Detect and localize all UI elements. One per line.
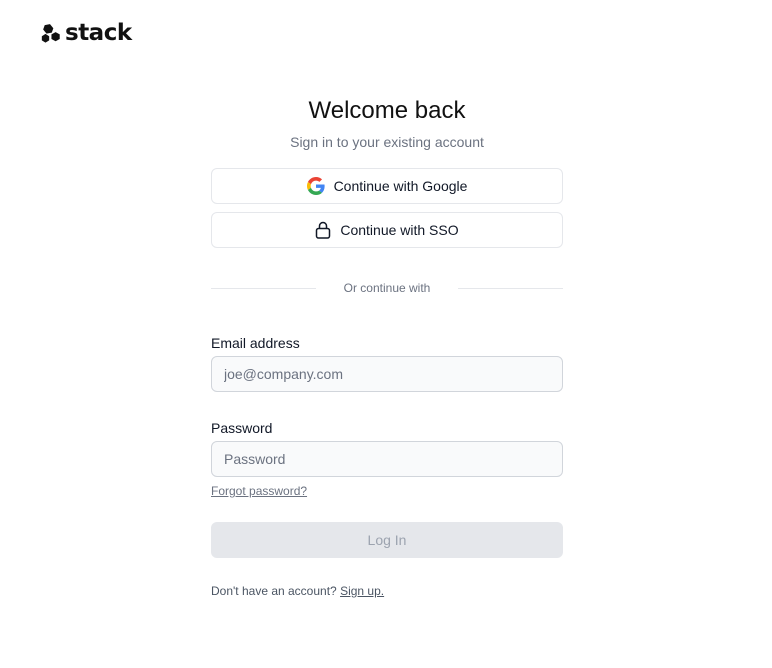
sign-in-form-container: Welcome back Sign in to your existing ac… bbox=[211, 96, 563, 598]
page-title: Welcome back bbox=[308, 97, 466, 124]
continue-with-sso-button[interactable]: Continue with SSO bbox=[211, 212, 563, 248]
password-label: Password bbox=[211, 420, 273, 436]
google-button-label: Continue with Google bbox=[333, 178, 468, 194]
email-label: Email address bbox=[211, 335, 300, 351]
signup-prompt-text: Don't have an account? bbox=[211, 584, 337, 598]
continue-with-google-button[interactable]: Continue with Google bbox=[211, 168, 563, 204]
divider-text: Or continue with bbox=[343, 281, 431, 295]
divider-line-right bbox=[458, 287, 563, 289]
email-input[interactable] bbox=[211, 356, 563, 392]
password-input[interactable] bbox=[211, 441, 563, 477]
brand-logo[interactable]: stack bbox=[40, 20, 132, 46]
forgot-password-link[interactable]: Forgot password? bbox=[211, 484, 307, 498]
stack-logo-icon bbox=[41, 24, 60, 43]
signup-prompt-row: Don't have an account? Sign up. bbox=[211, 584, 563, 598]
page-subtitle: Sign in to your existing account bbox=[290, 134, 484, 150]
log-in-button[interactable]: Log In bbox=[211, 522, 563, 558]
sign-in-page: stack Welcome back Sign in to your exist… bbox=[0, 0, 772, 668]
divider-line-left bbox=[211, 287, 316, 289]
sso-button-label: Continue with SSO bbox=[340, 222, 459, 238]
lock-icon bbox=[316, 221, 331, 239]
sign-up-link[interactable]: Sign up. bbox=[340, 584, 384, 598]
brand-name: stack bbox=[65, 20, 132, 46]
google-icon bbox=[306, 177, 325, 195]
or-divider: Or continue with bbox=[211, 281, 563, 295]
